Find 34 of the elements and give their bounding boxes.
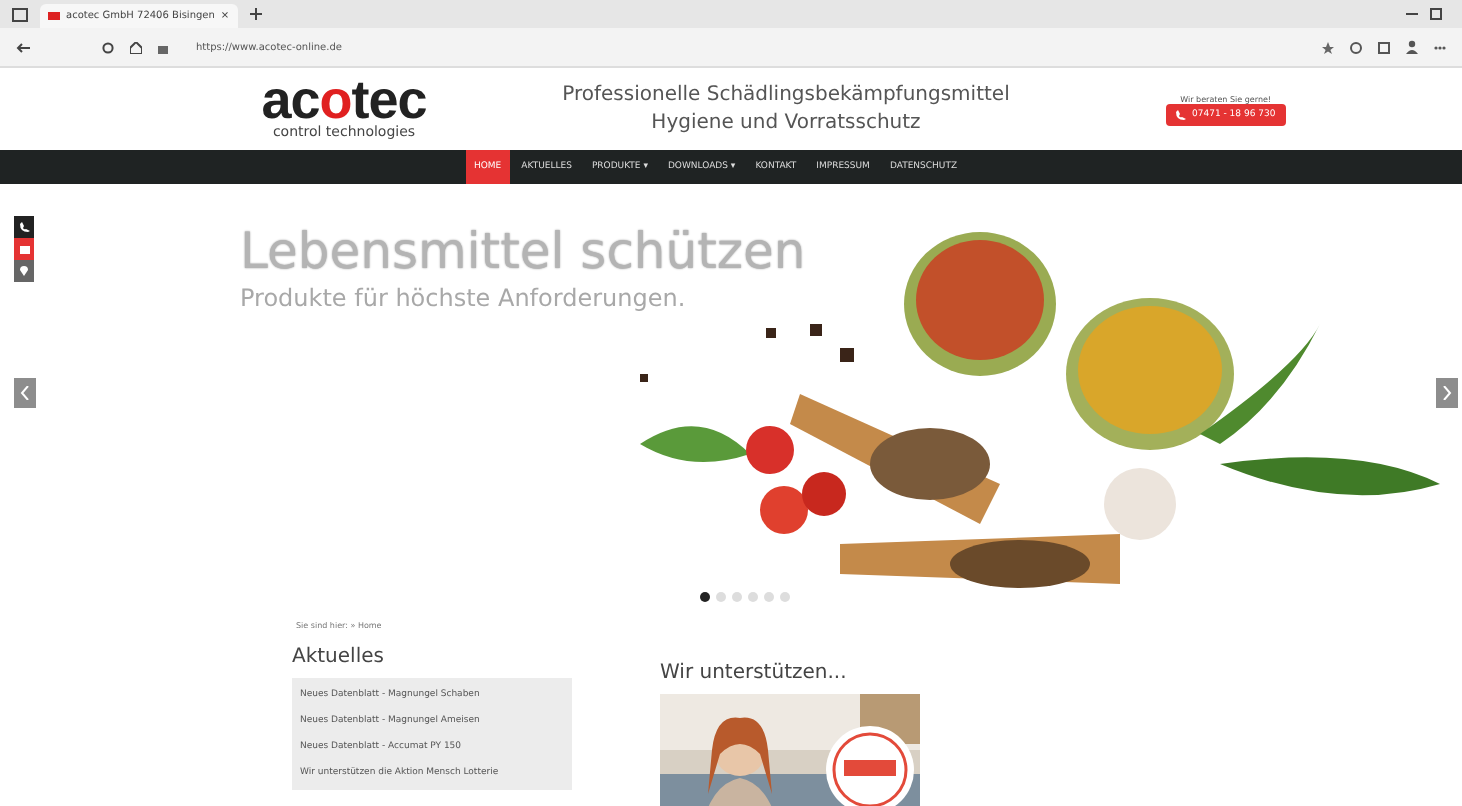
slide-dot[interactable] xyxy=(780,592,790,602)
location-icon[interactable] xyxy=(14,260,34,282)
favorites-icon[interactable] xyxy=(1350,41,1362,53)
back-icon[interactable] xyxy=(16,41,30,53)
tab-actions-icon[interactable] xyxy=(12,7,28,21)
hero-subtitle: Produkte für höchste Anforderungen. xyxy=(240,284,688,312)
favicon-icon xyxy=(48,12,60,20)
lock-icon xyxy=(158,41,168,53)
section-title: Aktuelles xyxy=(292,646,386,668)
chevron-right-icon xyxy=(1442,386,1452,400)
mail-icon[interactable] xyxy=(14,238,34,260)
slide-dot[interactable] xyxy=(732,592,742,602)
logo[interactable]: acotec xyxy=(261,76,427,124)
star-icon[interactable] xyxy=(1322,41,1334,53)
slide-dot[interactable] xyxy=(748,592,758,602)
home-icon[interactable] xyxy=(130,41,142,53)
new-tab-icon[interactable] xyxy=(249,8,262,20)
phone-icon[interactable] xyxy=(14,216,34,238)
section-title: Wir unterstützen... xyxy=(660,662,849,684)
phone-icon xyxy=(1176,109,1186,119)
next-slide-button[interactable] xyxy=(1436,378,1458,408)
slide-dot[interactable] xyxy=(700,592,710,602)
profile-icon[interactable] xyxy=(1406,40,1418,54)
chevron-left-icon xyxy=(20,386,30,400)
previous-slide-button[interactable] xyxy=(14,378,36,408)
minimize-icon[interactable] xyxy=(1406,8,1418,20)
tagline: Hygiene und Vorratsschutz xyxy=(651,109,921,137)
tagline: Professionelle Schädlingsbekämpfungsmittel xyxy=(562,81,1010,109)
collections-icon[interactable] xyxy=(1378,41,1390,53)
reload-icon[interactable] xyxy=(102,41,114,53)
maximize-icon[interactable] xyxy=(1430,8,1442,20)
slide-dot[interactable] xyxy=(716,592,726,602)
slide-dot[interactable] xyxy=(764,592,774,602)
hero-title: Lebensmittel schützen xyxy=(240,224,806,280)
